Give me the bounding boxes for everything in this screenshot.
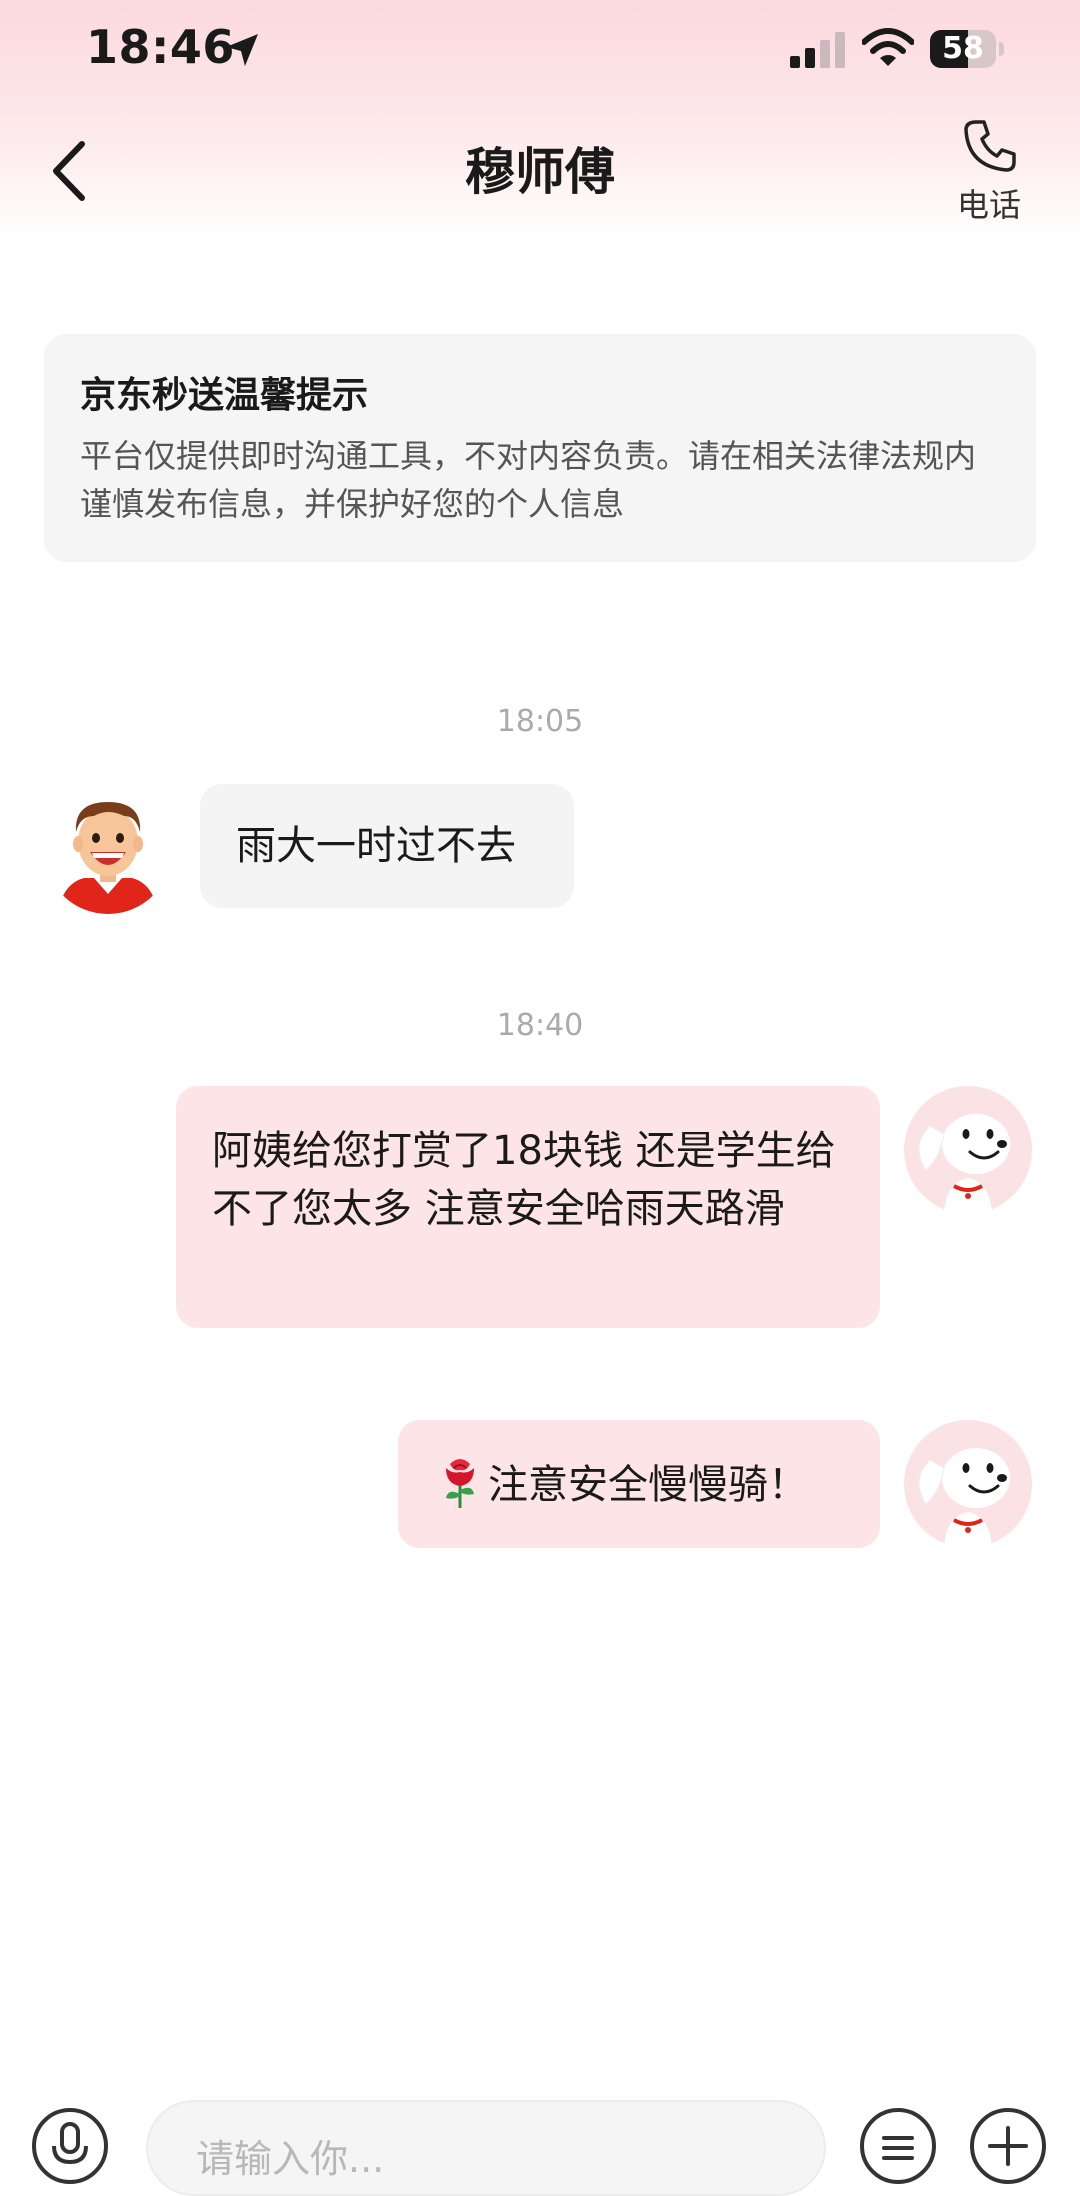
safety-notice-card: 京东秒送温馨提示 平台仅提供即时沟通工具，不对内容负责。请在相关法律法规内谨慎发…: [44, 334, 1036, 562]
call-button[interactable]: 电话: [944, 112, 1034, 232]
status-time: 18:46: [86, 20, 235, 74]
courier-face-icon: [58, 802, 158, 914]
more-options-button[interactable]: [970, 2108, 1046, 2184]
notice-body: 平台仅提供即时沟通工具，不对内容负责。请在相关法律法规内谨慎发布信息，并保护好您…: [80, 437, 977, 523]
plus-icon: [988, 2126, 1028, 2166]
input-bar: 请输入你...: [0, 2090, 1080, 2196]
outgoing-message-bubble[interactable]: 阿姨给您打赏了18块钱 还是学生给不了您太多 注意安全哈雨天路滑: [176, 1086, 880, 1328]
quick-menu-button[interactable]: [860, 2108, 936, 2184]
wifi-icon: [862, 28, 914, 66]
rose-icon: [446, 1459, 474, 1508]
incoming-message-bubble[interactable]: 雨大一时过不去: [200, 784, 574, 908]
battery-level-text: 58: [942, 31, 984, 66]
courier-avatar[interactable]: [44, 786, 172, 914]
message-text: 注意安全慢慢骑！: [488, 1462, 808, 1508]
status-bar: 18:46 58: [0, 0, 1080, 100]
message-text: 雨大一时过不去: [236, 823, 516, 869]
voice-input-button[interactable]: [32, 2108, 108, 2184]
message-text: 阿姨给您打赏了18块钱 还是学生给不了您太多 注意安全哈雨天路滑: [212, 1128, 836, 1232]
notice-title: 京东秒送温馨提示: [80, 375, 369, 416]
message-input[interactable]: 请输入你...: [146, 2100, 826, 2196]
cellular-signal-icon: [790, 32, 845, 68]
call-label: 电话: [956, 186, 1021, 224]
user-avatar[interactable]: [904, 1420, 1032, 1548]
user-avatar[interactable]: [904, 1086, 1032, 1214]
message-timestamp: 18:40: [496, 1008, 584, 1043]
list-icon: [882, 2136, 914, 2160]
battery-indicator: 58: [930, 30, 1004, 68]
location-arrow-icon: [226, 34, 258, 66]
joy-dog-mascot-icon: [918, 1448, 1010, 1548]
joy-dog-mascot-icon: [918, 1114, 1010, 1214]
message-timestamp: 18:05: [496, 704, 584, 739]
microphone-icon: [52, 2122, 88, 2165]
phone-icon: [964, 120, 1016, 172]
page-title: 穆师傅: [465, 143, 615, 201]
outgoing-message-bubble[interactable]: 注意安全慢慢骑！: [398, 1420, 880, 1548]
